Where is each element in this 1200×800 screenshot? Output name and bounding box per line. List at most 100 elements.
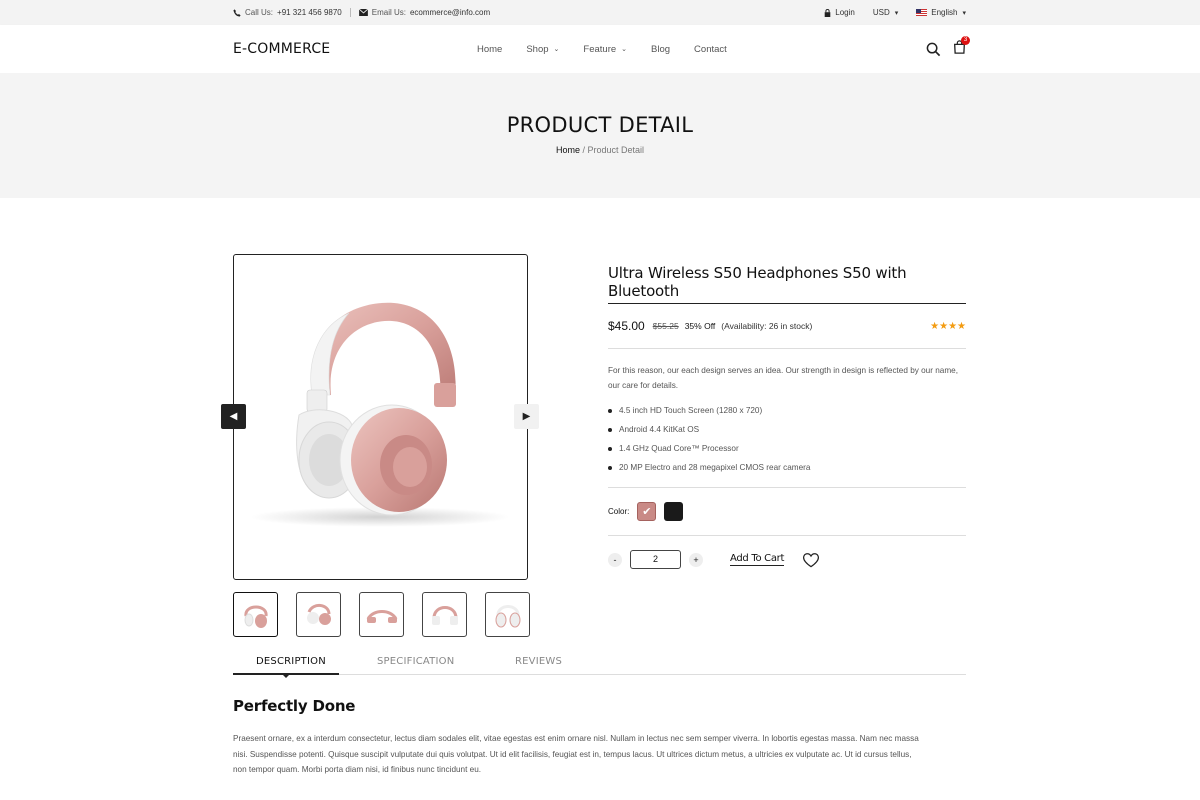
product-price: $45.00 — [608, 319, 645, 333]
cart-button[interactable]: 3 — [953, 35, 970, 59]
headphones-thumb-image — [431, 605, 458, 625]
breadcrumb-home[interactable]: Home — [556, 145, 580, 155]
check-icon: ✔ — [642, 506, 652, 518]
discount-badge: 35% Off — [684, 321, 716, 331]
product-description: For this reason, our each design serves … — [608, 366, 958, 390]
thumbnail-strip — [233, 592, 530, 637]
page-banner: PRODUCT DETAIL Home / Product Detail — [0, 73, 1200, 198]
mail-icon — [358, 9, 368, 16]
nav-item-feature[interactable]: Feature ⌄ — [583, 44, 627, 55]
quantity-input[interactable]: 2 — [630, 550, 681, 569]
nav-item-shop[interactable]: Shop ⌄ — [526, 44, 559, 55]
chevron-left-icon: ◀ — [229, 411, 238, 422]
heart-icon[interactable] — [802, 552, 820, 568]
color-label: Color: — [608, 507, 630, 516]
phone-number[interactable]: +91 321 456 9870 — [277, 8, 342, 17]
breadcrumb-separator: / — [582, 145, 585, 155]
color-swatch-rose[interactable]: ✔ — [637, 502, 657, 521]
nav-label: Feature — [583, 43, 617, 55]
quantity-decrease-button[interactable]: - — [608, 552, 622, 567]
thumbnail[interactable] — [296, 592, 341, 637]
thumbnail[interactable] — [233, 592, 278, 637]
star-icon: ★ — [957, 320, 966, 332]
active-tab-indicator — [233, 673, 339, 678]
nav-item-home[interactable]: Home — [477, 44, 502, 55]
quantity-increase-button[interactable]: + — [689, 552, 703, 567]
thumbnail[interactable] — [422, 592, 467, 637]
divider — [608, 487, 966, 488]
feature-list: 4.5 inch HD Touch Screen (1280 x 720) An… — [608, 401, 966, 477]
headphones-thumb-image — [306, 603, 331, 625]
breadcrumb: Home / Product Detail — [0, 145, 1200, 155]
chevron-down-icon: ▾ — [962, 9, 966, 17]
tab-specification[interactable]: SPECIFICATION — [377, 656, 454, 667]
chevron-down-icon: ⌄ — [553, 46, 560, 53]
email-contact[interactable]: Email Us: ecommerce@info.com — [358, 8, 490, 17]
headphones-thumb-image — [244, 605, 267, 628]
login-link[interactable]: Login — [824, 8, 855, 17]
headphones-thumb-image — [366, 609, 397, 623]
feature-item: Android 4.4 KitKat OS — [608, 420, 966, 439]
product-info: Ultra Wireless S50 Headphones S50 with B… — [608, 264, 966, 569]
tab-reviews[interactable]: REVIEWS — [515, 656, 562, 667]
divider — [608, 348, 966, 349]
phone-contact[interactable]: Call Us: +91 321 456 9870 — [233, 8, 342, 17]
feature-item: 4.5 inch HD Touch Screen (1280 x 720) — [608, 401, 966, 420]
add-to-cart-button[interactable]: Add To Cart — [730, 553, 784, 566]
next-image-button[interactable]: ▶ — [514, 404, 539, 429]
nav-item-contact[interactable]: Contact — [694, 44, 727, 55]
availability-text: (Availability: 26 in stock) — [721, 321, 813, 331]
divider — [349, 8, 351, 17]
currency-value: USD — [872, 8, 890, 17]
description-body: Praesent ornare, ex a interdum consectet… — [233, 734, 919, 774]
prev-image-button[interactable]: ◀ — [221, 404, 246, 429]
email-label: Email Us: — [371, 8, 406, 17]
price-row: $45.00 $55.25 35% Off (Availability: 26 … — [608, 318, 966, 334]
nav-label: Home — [477, 43, 503, 55]
currency-select[interactable]: USD ▾ — [873, 8, 898, 17]
email-address[interactable]: ecommerce@info.com — [410, 8, 490, 17]
product-title: Ultra Wireless S50 Headphones S50 with B… — [608, 264, 966, 304]
product-main-image — [233, 254, 528, 580]
phone-icon — [233, 8, 241, 17]
nav-label: Contact — [694, 43, 727, 55]
login-label: Login — [835, 8, 855, 17]
main-nav: E-COMMERCE Home Shop ⌄ Feature ⌄ Blog Cont… — [0, 25, 1200, 73]
nav-menu: Home Shop ⌄ Feature ⌄ Blog Contact — [477, 44, 727, 55]
nav-label: Blog — [651, 43, 671, 55]
star-icon: ★ — [930, 320, 940, 332]
feature-item: 1.4 GHz Quad Core™ Processor — [608, 439, 966, 458]
phone-label: Call Us: — [245, 8, 274, 17]
description-heading: Perfectly Done — [233, 697, 356, 715]
star-icon: ★ — [939, 320, 949, 332]
top-bar: Call Us: +91 321 456 9870 Email Us: ecom… — [0, 0, 1200, 25]
language-value: English — [931, 8, 958, 17]
feature-item: 20 MP Electro and 28 megapixel CMOS rear… — [608, 458, 966, 477]
tab-bar: DESCRIPTION SPECIFICATION REVIEWS — [233, 653, 966, 678]
add-to-cart-row: - 2 + Add To Cart — [608, 550, 966, 569]
nav-item-blog[interactable]: Blog — [651, 44, 670, 55]
thumbnail[interactable] — [485, 592, 530, 637]
search-icon[interactable] — [926, 42, 941, 57]
star-icon: ★ — [948, 320, 958, 332]
site-logo[interactable]: E-COMMERCE — [233, 41, 330, 57]
headphones-thumb-image — [495, 604, 520, 627]
chevron-down-icon: ▾ — [894, 9, 899, 17]
tab-description[interactable]: DESCRIPTION — [256, 656, 326, 667]
language-select[interactable]: English ▾ — [916, 8, 966, 17]
headphones-image — [250, 302, 510, 527]
chevron-down-icon: ⌄ — [621, 46, 628, 53]
divider — [608, 535, 966, 536]
old-price: $55.25 — [652, 321, 679, 331]
cart-count-badge: 3 — [961, 35, 970, 45]
product-section: ◀ ▶ Ultra Wireless S50 Headphones S50 wi… — [0, 198, 1200, 653]
rating-stars: ★★★★ — [930, 321, 966, 332]
color-swatch-black[interactable] — [664, 502, 684, 521]
us-flag-icon — [916, 9, 928, 16]
color-selector: Color: ✔ — [608, 502, 966, 521]
thumbnail[interactable] — [359, 592, 404, 637]
nav-label: Shop — [526, 43, 549, 55]
lock-icon — [824, 8, 831, 17]
product-tabs-section: DESCRIPTION SPECIFICATION REVIEWS Perfec… — [233, 653, 966, 778]
chevron-right-icon: ▶ — [522, 411, 531, 422]
